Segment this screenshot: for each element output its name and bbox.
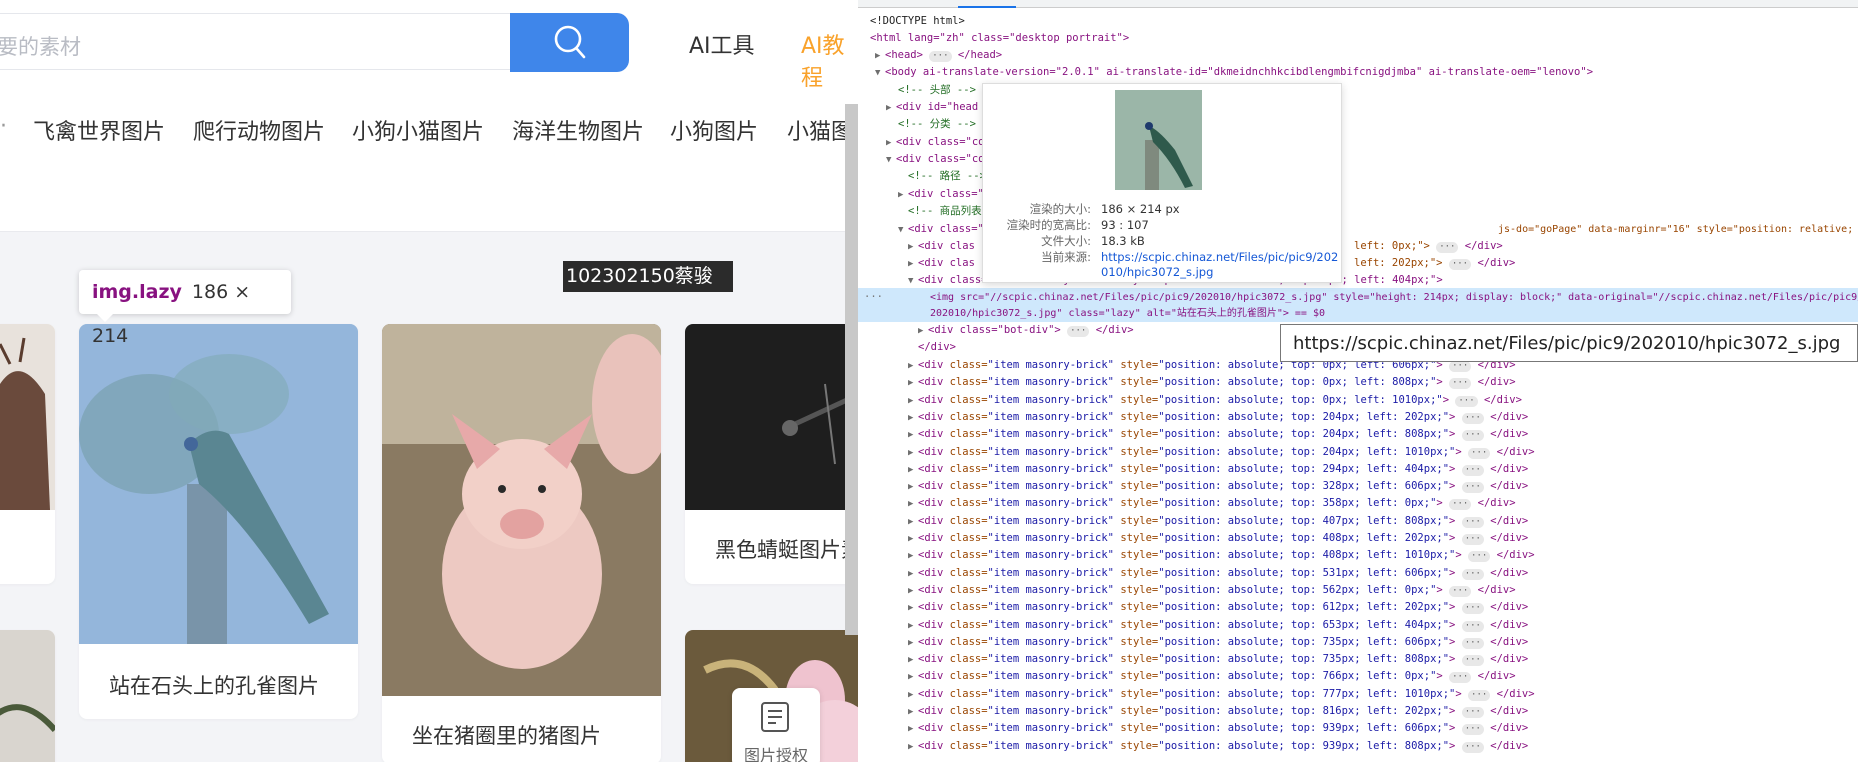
masonry-item-row[interactable]: ▶ <div class="item masonry-brick" style="… [908,461,1528,478]
code-line[interactable]: <html lang="zh" class="desktop portrait"… [870,30,1129,47]
inspect-element-tooltip: img.lazy 186 × 214 [79,270,291,347]
code-line[interactable]: ▼ <div class="co [886,151,985,168]
search-input[interactable]: 要的素材 [0,13,511,70]
masonry-item-row[interactable]: ▶ <div class="item masonry-brick" style="… [908,444,1535,461]
masonry-item-row[interactable]: ▶ <div class="item masonry-brick" style="… [908,582,1516,599]
masonry-item-row[interactable]: ▶ <div class="item masonry-brick" style="… [908,426,1528,443]
code-line[interactable]: <!DOCTYPE html> [870,13,965,30]
title-tooltip: 102302150蔡骏 [563,261,733,292]
bird-image [0,630,55,762]
info-label: 文件大小: [1041,234,1091,248]
code-line[interactable]: <!-- 路径 --> [908,168,986,185]
code-line[interactable]: left: 0px;"> ··· </div> [1354,238,1503,255]
source-link[interactable]: https://scpic.chinaz.net/Files/pic/pic9/… [1101,250,1338,264]
info-value: 186 × 214 px [1101,202,1180,216]
card-title[interactable]: 站在石头上的孔雀图片 [109,670,319,700]
code-line[interactable]: ▶ <head> ··· </head> [875,47,1002,64]
source-link-cont[interactable]: 010/hpic3072_s.jpg [1101,265,1213,279]
more-dots: ··· [864,291,883,303]
masonry-item-row[interactable]: ▶ <div class="item masonry-brick" style="… [908,668,1516,685]
card-title[interactable]: 坐在猪圈里的猪图片 [412,720,601,750]
scrollbar[interactable] [845,104,858,635]
peacock-thumbnail [1115,90,1202,190]
code-line[interactable]: ▶ <div clas [908,238,975,255]
devtools-elements-panel: <!DOCTYPE html> <html lang="zh" class="d… [858,0,1858,762]
code-line[interactable]: <!-- 商品列表 [908,203,982,220]
link-url-tooltip: https://scpic.chinaz.net/Files/pic/pic9/… [1280,324,1858,362]
image-card[interactable] [0,630,55,762]
masonry-item-row[interactable]: ▶ <div class="item masonry-brick" style="… [908,530,1528,547]
category-item[interactable]: 飞禽世界图片 [33,114,165,146]
masonry-item-row[interactable]: ▶ <div class="item masonry-brick" style="… [908,374,1516,391]
preview-thumbnail [1115,90,1202,190]
search-icon [554,25,586,59]
peacock-image [79,324,358,644]
tooltip-selector: img.lazy [92,281,182,303]
masonry-item-row[interactable]: ▶ <div class="item masonry-brick" style="… [908,513,1528,530]
category-item[interactable]: 爬行动物图片 [193,114,325,146]
search-button[interactable] [510,13,629,72]
code-line[interactable]: ▶ <div id="head [886,99,978,116]
code-line[interactable]: <!-- 分类 --> [898,116,976,133]
category-item[interactable]: 小狗图片 [670,114,758,146]
code-line-selected[interactable]: <img src="//scpic.chinaz.net/Files/pic/p… [930,289,1858,306]
tooltip-arrow [96,313,114,322]
code-line[interactable]: left: 202px;"> ··· </div> [1354,255,1515,272]
masonry-item-row[interactable]: ▶ <div class="item masonry-brick" style="… [908,617,1528,634]
image-card-dragonfly[interactable]: 黑色蜻蜓图片素材 [685,324,858,584]
masonry-item-row[interactable]: ▶ <div class="item masonry-brick" style="… [908,409,1528,426]
info-value: 93 : 107 [1101,218,1149,232]
tab-elements[interactable] [958,0,1016,8]
masonry-item-row[interactable]: ▶ <div class="item masonry-brick" style="… [908,634,1528,651]
code-line[interactable]: ▶ <div clas [908,255,975,272]
category-bar: · 飞禽世界图片 爬行动物图片 小狗小猫图片 海洋生物图片 小狗图片 小猫图片 [0,104,858,232]
top-bar: 要的素材 AI工具 AI教程 [0,0,858,104]
masonry-item-row[interactable]: ▶ <div class="item masonry-brick" style="… [908,651,1528,668]
image-license-button[interactable]: 图片授权 [732,688,820,762]
category-separator: · [0,114,7,139]
info-label: 当前来源: [1041,250,1091,264]
category-item[interactable]: 海洋生物图片 [512,114,644,146]
masonry-item-row[interactable]: ▶ <div class="item masonry-brick" style="… [908,738,1528,755]
search-placeholder: 要的素材 [0,35,81,59]
image-license-label: 图片授权 [743,746,808,762]
info-label: 渲染的大小: [1029,202,1091,216]
masonry-item-row[interactable]: ▶ <div class="item masonry-brick" style="… [908,599,1528,616]
code-line[interactable]: js-do="goPage" data-marginr="16" style="… [1498,221,1858,238]
info-value: 18.3 kB [1101,234,1145,248]
category-item[interactable]: 小狗小猫图片 [352,114,484,146]
code-line[interactable]: </div> [918,339,956,356]
card-title[interactable]: 黑色蜻蜓图片素材 [715,534,858,564]
code-line-selected[interactable]: 202010/hpic3072_s.jpg" class="lazy" alt=… [930,305,1325,322]
pig-image [382,324,661,696]
image-card[interactable] [0,324,55,584]
nav-ai-tutorial[interactable]: AI教程 [801,28,858,92]
masonry-item-row[interactable]: ▶ <div class="item masonry-brick" style="… [908,392,1522,409]
image-card-pig[interactable]: 坐在猪圈里的猪图片 [382,324,661,762]
masonry-item-row[interactable]: ▶ <div class="item masonry-brick" style="… [908,478,1528,495]
document-icon [761,702,789,732]
image-preview-popup: 渲染的大小: 186 × 214 px 渲染时的宽高比: 93 : 107 文件大小… [982,83,1342,283]
code-line[interactable]: ▼ <body ai-translate-version="2.0.1" ai-t… [875,64,1593,81]
masonry-item-row[interactable]: ▶ <div class="item masonry-brick" style="… [908,547,1535,564]
masonry-item-row[interactable]: ▶ <div class="item masonry-brick" style="… [908,565,1528,582]
image-card-peacock[interactable]: 站在石头上的孔雀图片 [79,324,358,719]
devtools-tab-bar [858,0,1858,8]
masonry-item-row[interactable]: ▶ <div class="item masonry-brick" style="… [908,686,1535,703]
deer-image [0,324,55,510]
code-line[interactable]: ▶ <div class="bot-div"> ··· </div> [918,322,1134,339]
masonry-item-row[interactable]: ▶ <div class="item masonry-brick" style="… [908,703,1528,720]
code-line[interactable]: ▶ <div class=" [898,186,984,203]
web-page: 要的素材 AI工具 AI教程 · 飞禽世界图片 爬行动物图片 小狗小猫图片 海洋… [0,0,858,762]
code-line[interactable]: <!-- 头部 --> [898,82,976,99]
masonry-item-row[interactable]: ▶ <div class="item masonry-brick" style="… [908,495,1516,512]
info-label: 渲染时的宽高比: [1006,218,1091,232]
code-line[interactable]: ▼ <div class=" [898,221,984,238]
dragonfly-image [685,324,858,510]
nav-ai-tools[interactable]: AI工具 [689,28,755,60]
masonry-item-row[interactable]: ▶ <div class="item masonry-brick" style="… [908,720,1528,737]
code-line[interactable]: ▶ <div class="co [886,134,985,151]
